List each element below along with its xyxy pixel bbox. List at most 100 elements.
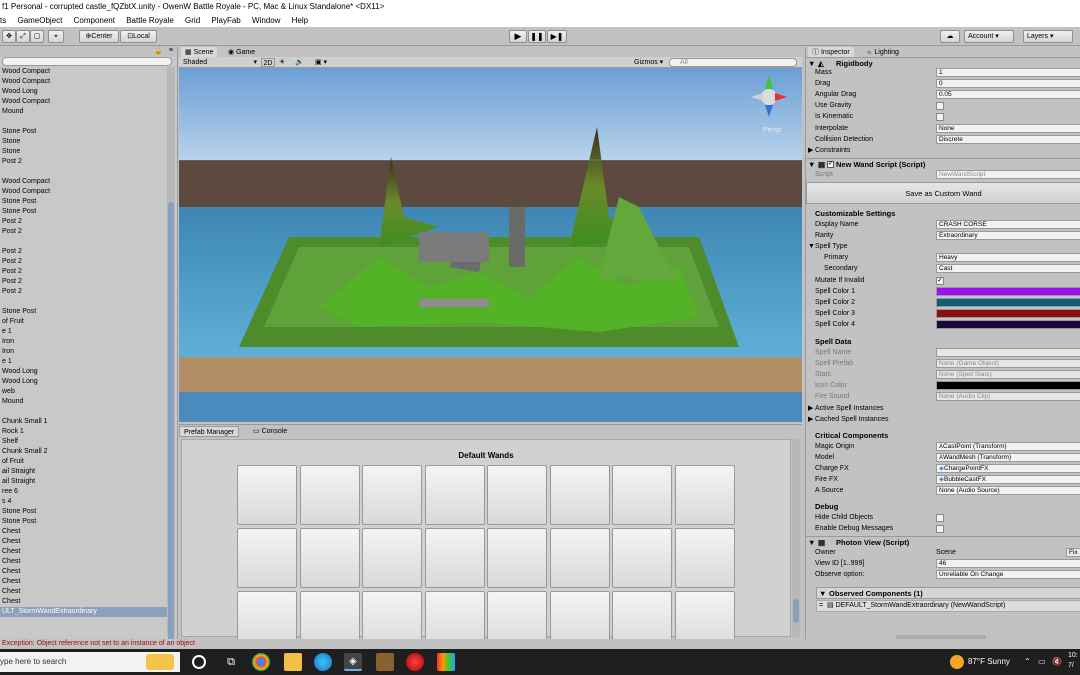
hierarchy-item[interactable]: Shelf [0, 437, 168, 447]
tab-console[interactable]: ▭ Console [249, 426, 291, 437]
menu-item-grid[interactable]: Grid [185, 16, 200, 25]
lock-icon[interactable]: 🔒 [154, 47, 163, 55]
menu-icon[interactable]: ≡ [169, 47, 173, 54]
hierarchy-item[interactable]: Iron [0, 337, 168, 347]
app-icon[interactable] [437, 653, 455, 671]
wand-slot[interactable] [299, 528, 360, 588]
hierarchy-item[interactable]: of Fruit [0, 457, 168, 467]
hierarchy-item[interactable]: Wood Compact [0, 187, 168, 197]
hierarchy-item[interactable]: Chest [0, 557, 168, 567]
hierarchy-item[interactable]: Mound [0, 107, 168, 117]
drag-handle-icon[interactable]: = [819, 601, 823, 611]
wand-slot[interactable] [674, 465, 735, 525]
hierarchy-item[interactable]: s 4 [0, 497, 168, 507]
wand-slot[interactable] [487, 465, 547, 525]
fix-button[interactable]: Fix [1066, 548, 1080, 557]
wand-slot[interactable] [237, 465, 297, 525]
hierarchy-item[interactable]: ree 6 [0, 487, 168, 497]
console-status-bar[interactable]: Exception: Object reference not set to a… [0, 639, 1080, 649]
hierarchy-item[interactable]: Stone Post [0, 507, 168, 517]
2d-toggle[interactable]: 2D [261, 58, 275, 67]
pause-button[interactable]: ❚❚ [528, 30, 546, 43]
spell-type-row[interactable]: ▼ Spell Type [806, 241, 1080, 252]
wand-slot[interactable] [549, 528, 610, 588]
hierarchy-item[interactable]: of Fruit [0, 317, 168, 327]
lighting-icon[interactable]: ☀ [279, 58, 285, 67]
hierarchy-item[interactable] [0, 167, 168, 177]
menu-item-tools[interactable]: ts [0, 16, 6, 25]
hierarchy-item[interactable] [0, 117, 168, 127]
volume-icon[interactable]: 🔇 [1052, 649, 1062, 675]
hierarchy-item[interactable]: Post 2 [0, 217, 168, 227]
magic-origin-field[interactable]: ⅄CastPoint (Transform) [936, 442, 1080, 451]
observe-option-dropdown[interactable]: Unreliable On Change [936, 570, 1080, 579]
hierarchy-item[interactable]: Post 2 [0, 227, 168, 237]
scale-tool-button[interactable]: ⤢ [16, 30, 30, 43]
spell-color-4-swatch[interactable] [936, 320, 1080, 329]
hierarchy-item[interactable]: Chest [0, 527, 168, 537]
hierarchy-item[interactable]: e 1 [0, 357, 168, 367]
hierarchy-item[interactable]: Stone Post [0, 207, 168, 217]
hierarchy-item[interactable]: Chest [0, 597, 168, 607]
spell-color-2-swatch[interactable] [936, 298, 1080, 307]
charge-fx-field[interactable]: ◈ChargePointFX [936, 464, 1080, 473]
use-gravity-checkbox[interactable] [936, 102, 944, 110]
hierarchy-scroll-thumb[interactable] [168, 202, 174, 639]
effects-icon[interactable]: ▣ ▾ [315, 58, 327, 67]
wand-slot[interactable] [424, 528, 485, 588]
chrome-alt-icon[interactable] [406, 653, 424, 671]
hierarchy-item[interactable]: Chest [0, 577, 168, 587]
transform-tool-button[interactable]: ⌖ [48, 30, 64, 43]
cloud-icon[interactable]: ☁ [940, 30, 960, 43]
primary-dropdown[interactable]: Heavy [936, 253, 1080, 262]
hierarchy-item[interactable]: Rock 1 [0, 427, 168, 437]
angular-drag-field[interactable]: 0.05 [936, 90, 1080, 99]
rect-tool-button[interactable]: ▢ [30, 30, 44, 43]
unity-icon[interactable]: ◈ [344, 653, 362, 671]
display-name-field[interactable]: CRASH CORSE [936, 220, 1080, 229]
hierarchy-search-input[interactable] [2, 57, 172, 66]
hierarchy-item[interactable]: Wood Compact [0, 67, 168, 77]
hierarchy-item[interactable]: Stone Post [0, 127, 168, 137]
hierarchy-item[interactable]: Wood Long [0, 377, 168, 387]
hierarchy-item[interactable]: Wood Compact [0, 97, 168, 107]
hierarchy-item[interactable]: Iron [0, 347, 168, 357]
observed-component-item[interactable]: = ▤ DEFAULT_StormWandExtraordinary (NewWa… [816, 600, 1080, 612]
tab-prefab-manager[interactable]: Prefab Manager [179, 426, 240, 437]
cortana-icon[interactable] [192, 655, 206, 669]
menu-item-battle-royale[interactable]: Battle Royale [126, 16, 174, 25]
scene-view[interactable]: Persp [179, 47, 802, 422]
layers-dropdown[interactable]: Layers ▾ [1023, 30, 1073, 43]
hierarchy-item[interactable] [0, 297, 168, 307]
spell-color-1-swatch[interactable] [936, 287, 1080, 296]
hierarchy-item[interactable]: Chunk Small 2 [0, 447, 168, 457]
chrome-icon[interactable] [252, 653, 270, 671]
hierarchy-item[interactable]: Stone [0, 137, 168, 147]
edge-icon[interactable] [314, 653, 332, 671]
hierarchy-item[interactable] [0, 237, 168, 247]
menu-item-help[interactable]: Help [292, 16, 308, 25]
wand-slot[interactable] [424, 465, 485, 525]
hierarchy-item[interactable]: ail Straight [0, 477, 168, 487]
audio-icon[interactable]: 🔊 [295, 58, 304, 67]
hierarchy-item[interactable]: Wood Long [0, 87, 168, 97]
enable-debug-checkbox[interactable] [936, 525, 944, 533]
hierarchy-item[interactable]: Post 2 [0, 287, 168, 297]
hierarchy-item[interactable]: web [0, 387, 168, 397]
shading-dropdown[interactable]: Shaded ▾ [183, 58, 259, 67]
hierarchy-item[interactable]: Chunk Small 1 [0, 417, 168, 427]
hierarchy-scrollbar[interactable] [167, 67, 175, 639]
active-instances-row[interactable]: ▶ Active Spell Instances [806, 403, 1080, 414]
gizmos-dropdown[interactable]: Gizmos ▾ [634, 58, 663, 67]
wand-slot[interactable] [299, 465, 360, 525]
search-highlight-icon[interactable] [146, 654, 174, 670]
menu-item-playfab[interactable]: PlayFab [211, 16, 240, 25]
hierarchy-item[interactable]: Stone Post [0, 197, 168, 207]
menu-item-gameobject[interactable]: GameObject [17, 16, 62, 25]
observed-components-header[interactable]: ▼ Observed Components (1) [816, 587, 1080, 599]
rarity-dropdown[interactable]: Extraordinary [936, 231, 1080, 240]
hierarchy-item[interactable]: Chest [0, 547, 168, 557]
hierarchy-item[interactable] [0, 407, 168, 417]
a-source-field[interactable]: None (Audio Source) [936, 486, 1080, 495]
wand-slot[interactable] [362, 528, 422, 588]
